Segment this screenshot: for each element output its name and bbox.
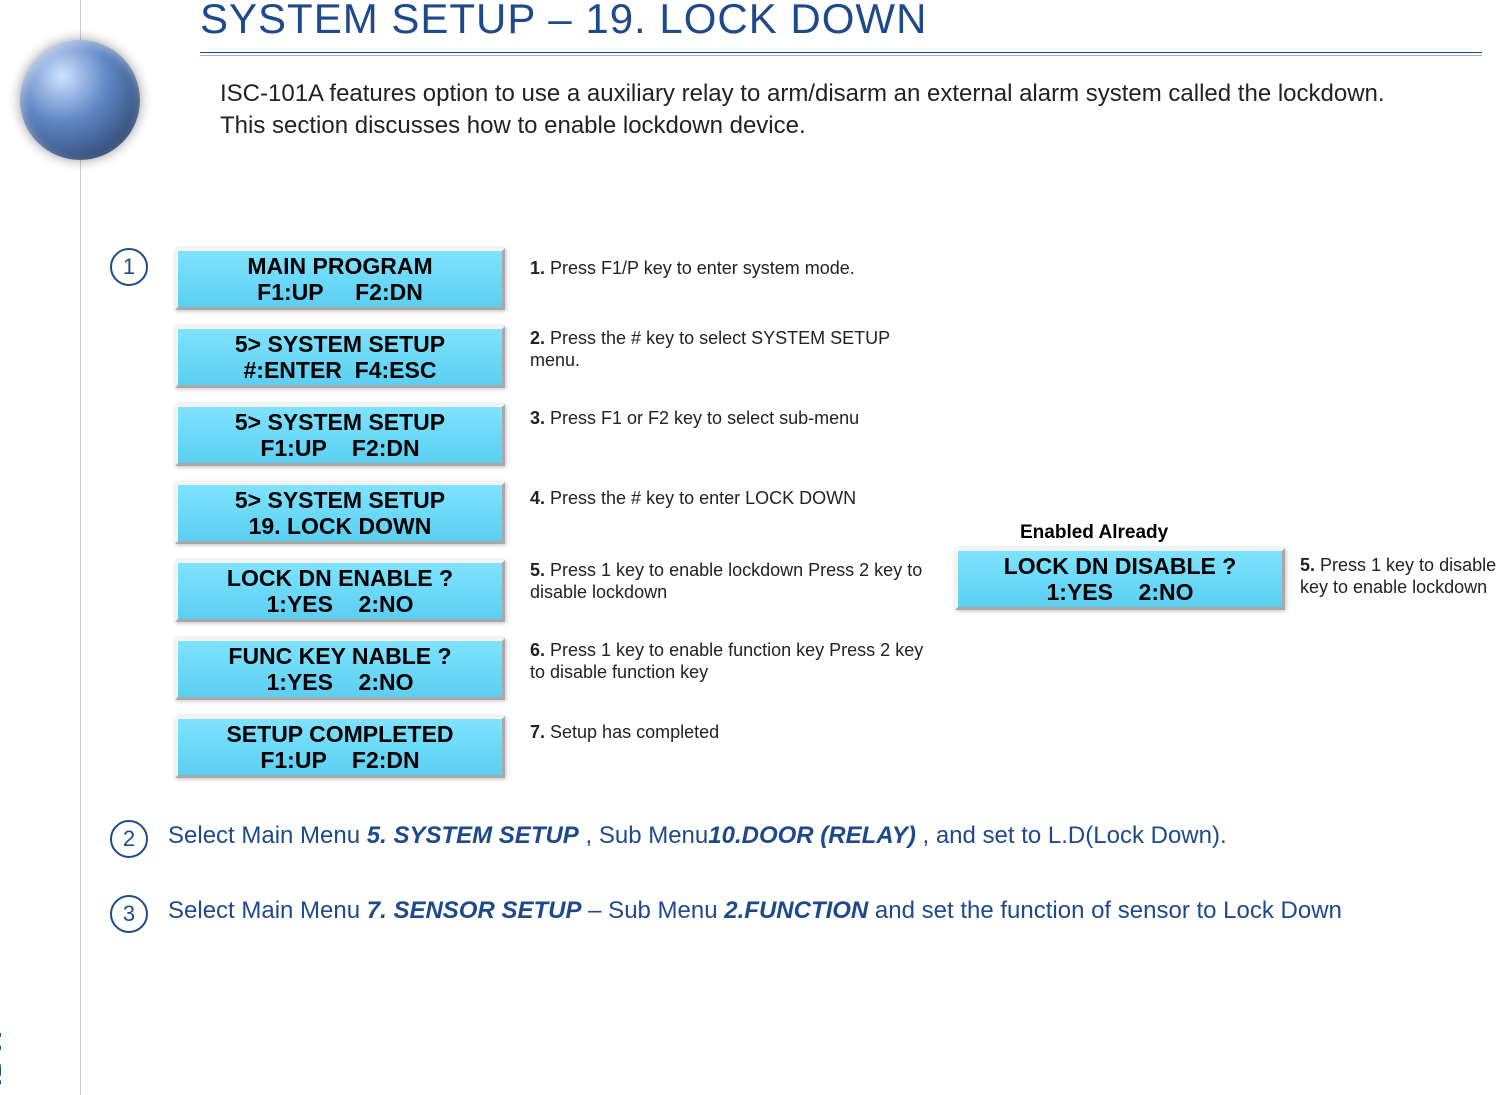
lcd-line: 5> SYSTEM SETUP [235,487,445,513]
instr-text: Press the # key to select SYSTEM SETUP m… [530,328,890,370]
instr-num: 3. [530,408,545,428]
instr-num: 6. [530,640,545,660]
lcd-screen-2: 5> SYSTEM SETUP #:ENTER F4:ESC [175,326,505,388]
instr-text: Setup has completed [545,722,719,742]
instr-text: Press 1 key to enable function key Press… [530,640,923,682]
instruction-3: 3. Press F1 or F2 key to select sub-menu [530,408,930,430]
section-3-text: Select Main Menu 7. SENSOR SETUP – Sub M… [168,895,1342,927]
lcd-line: F1:UP F2:DN [260,747,419,773]
lcd-line: LOCK DN DISABLE ? [1004,553,1237,579]
lcd-line: F1:UP F2:DN [257,279,423,305]
lcd-screen-1: MAIN PROGRAM F1:UP F2:DN [175,248,505,310]
lcd-line: 1:YES 2:NO [267,591,414,617]
numcirc-1: 1 [110,248,148,286]
txt: Select Main Menu [168,897,367,924]
title-rule [200,52,1482,56]
device-badge-icon [20,40,140,160]
numcirc-3: 3 [110,895,148,933]
txt-em: 5. SYSTEM SETUP [367,822,579,849]
lcd-line: 5> SYSTEM SETUP [235,409,445,435]
instruction-1: 1. Press F1/P key to enter system mode. [530,258,930,280]
brand-logo: IDTi [0,1029,8,1085]
lcd-line: #:ENTER F4:ESC [244,357,437,383]
page-title: SYSTEM SETUP – 19. LOCK DOWN [200,0,927,43]
section-2: 2 Select Main Menu 5. SYSTEM SETUP , Sub… [110,820,1500,858]
instruction-4: 4. Press the # key to enter LOCK DOWN [530,488,930,510]
lcd-screen-5: LOCK DN ENABLE ? 1:YES 2:NO [175,560,505,622]
section-2-text: Select Main Menu 5. SYSTEM SETUP , Sub M… [168,820,1227,852]
lcd-screen-4: 5> SYSTEM SETUP 19. LOCK DOWN [175,482,505,544]
txt-em: 10.DOOR (RELAY) [708,822,916,849]
txt: , and set to L.D(Lock Down). [916,822,1227,849]
intro-text: ISC-101A features option to use a auxili… [220,78,1420,143]
instr-text: Press F1 or F2 key to select sub-menu [545,408,859,428]
lcd-line: 19. LOCK DOWN [249,513,432,539]
instruction-5-alt: 5. Press 1 key to disable lockdown Press… [1300,555,1500,598]
instruction-5: 5. Press 1 key to enable lockdown Press … [530,560,930,603]
lcd-screen-3: 5> SYSTEM SETUP F1:UP F2:DN [175,404,505,466]
numcirc-2: 2 [110,820,148,858]
lcd-line: MAIN PROGRAM [247,253,432,279]
lcd-line: 1:YES 2:NO [267,669,414,695]
instr-text: Press F1/P key to enter system mode. [545,258,855,278]
lcd-screen-7: SETUP COMPLETED F1:UP F2:DN [175,716,505,778]
instr-text: Press 1 key to disable lockdown Press 2 … [1300,555,1500,597]
lcd-line: SETUP COMPLETED [226,721,453,747]
lcd-screen-disable: LOCK DN DISABLE ? 1:YES 2:NO [955,548,1285,610]
instr-num: 5. [1300,555,1315,575]
instr-num: 2. [530,328,545,348]
section-3: 3 Select Main Menu 7. SENSOR SETUP – Sub… [110,895,1500,933]
instr-text: Press 1 key to enable lockdown Press 2 k… [530,560,922,602]
instr-text: Press the # key to enter LOCK DOWN [545,488,856,508]
lcd-line: 1:YES 2:NO [1047,579,1194,605]
instruction-6: 6. Press 1 key to enable function key Pr… [530,640,930,683]
instr-num: 1. [530,258,545,278]
lcd-line: F1:UP F2:DN [260,435,419,461]
lcd-column: MAIN PROGRAM F1:UP F2:DN 5> SYSTEM SETUP… [175,248,505,794]
txt-em: 2.FUNCTION [724,897,868,924]
lcd-line: LOCK DN ENABLE ? [227,565,453,591]
txt: – Sub Menu [582,897,725,924]
instruction-2: 2. Press the # key to select SYSTEM SETU… [530,328,930,371]
lcd-screen-6: FUNC KEY NABLE ? 1:YES 2:NO [175,638,505,700]
instr-num: 7. [530,722,545,742]
section-number-1: 1 [110,248,148,286]
left-rail [0,0,81,1095]
instruction-7: 7. Setup has completed [530,722,930,744]
txt: and set the function of sensor to Lock D… [868,897,1342,924]
lcd-line: 5> SYSTEM SETUP [235,331,445,357]
txt: Select Main Menu [168,822,367,849]
txt: , Sub Menu [579,822,708,849]
instr-num: 4. [530,488,545,508]
lcd-line: FUNC KEY NABLE ? [228,643,451,669]
enabled-already-label: Enabled Already [1020,522,1168,544]
txt-em: 7. SENSOR SETUP [367,897,582,924]
instr-num: 5. [530,560,545,580]
